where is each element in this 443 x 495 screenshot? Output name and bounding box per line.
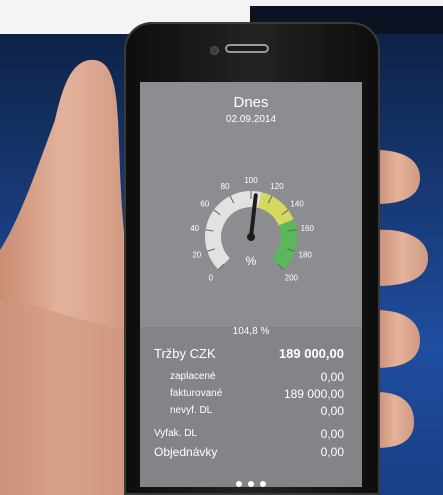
paid-value: 0,00 [320, 370, 344, 384]
gauge-tick-label: 160 [301, 224, 315, 233]
gauge-tick-label: 0 [208, 273, 213, 282]
earpiece-speaker [225, 44, 269, 53]
uninvoiced-dn-value: 0,00 [320, 404, 344, 418]
orders-row: Objednávky 0,00 [140, 445, 362, 465]
gauge-band-green [272, 219, 297, 270]
gauge-tick-label: 180 [299, 251, 313, 260]
phone: Dnes 02.09.2014 0 20 40 60 80 100 120 140 160 180… [124, 22, 380, 495]
app-screen: Dnes 02.09.2014 0 20 40 60 80 100 120 140 160 180… [140, 82, 362, 487]
gauge-hub [247, 233, 255, 241]
list-item: nevyf. DL 0,00 [140, 404, 362, 424]
invoiced-dn-value: 0,00 [320, 427, 344, 441]
uninvoiced-dn-label: nevyf. DL [170, 405, 213, 416]
page-indicator[interactable] [140, 474, 362, 487]
page-dot[interactable] [260, 481, 266, 487]
gauge: 0 20 40 60 80 100 120 140 160 180 200% [190, 176, 315, 282]
gauge-tick-label: 100 [244, 176, 258, 185]
gauge-readout: 104,8 % [232, 326, 270, 337]
gauge-tick-label: 40 [190, 224, 199, 233]
gauge-tick-label: 140 [290, 199, 304, 208]
gauge-tick-label: 200 [285, 273, 299, 282]
gauge-unit-label: % [246, 254, 257, 268]
page-title: Dnes [233, 94, 269, 111]
gauge-tick-label: 120 [270, 182, 284, 191]
gauge-tick-label: 60 [200, 199, 209, 208]
gauge-band-yellow [258, 192, 294, 226]
gauge-tick-label: 80 [221, 182, 230, 191]
page-dot[interactable] [236, 481, 242, 487]
page-dot[interactable] [248, 481, 254, 487]
orders-label: Objednávky [154, 445, 218, 459]
revenue-label: Tržby CZK [154, 346, 216, 361]
paid-label: zaplacené [170, 371, 216, 382]
gauge-tick-label: 20 [192, 251, 201, 260]
invoiced-label: fakturované [170, 388, 223, 399]
invoiced-dn-label: Vyfak. DL [154, 428, 197, 439]
date-label: 02.09.2014 [225, 114, 277, 125]
invoiced-value: 189 000,00 [283, 387, 344, 401]
revenue-value: 189 000,00 [278, 346, 344, 361]
orders-value: 0,00 [320, 445, 344, 459]
revenue-row: Tržby CZK 189 000,00 [140, 346, 362, 366]
front-camera [210, 46, 219, 55]
invoiced-dn-row: Vyfak. DL 0,00 [140, 427, 362, 447]
